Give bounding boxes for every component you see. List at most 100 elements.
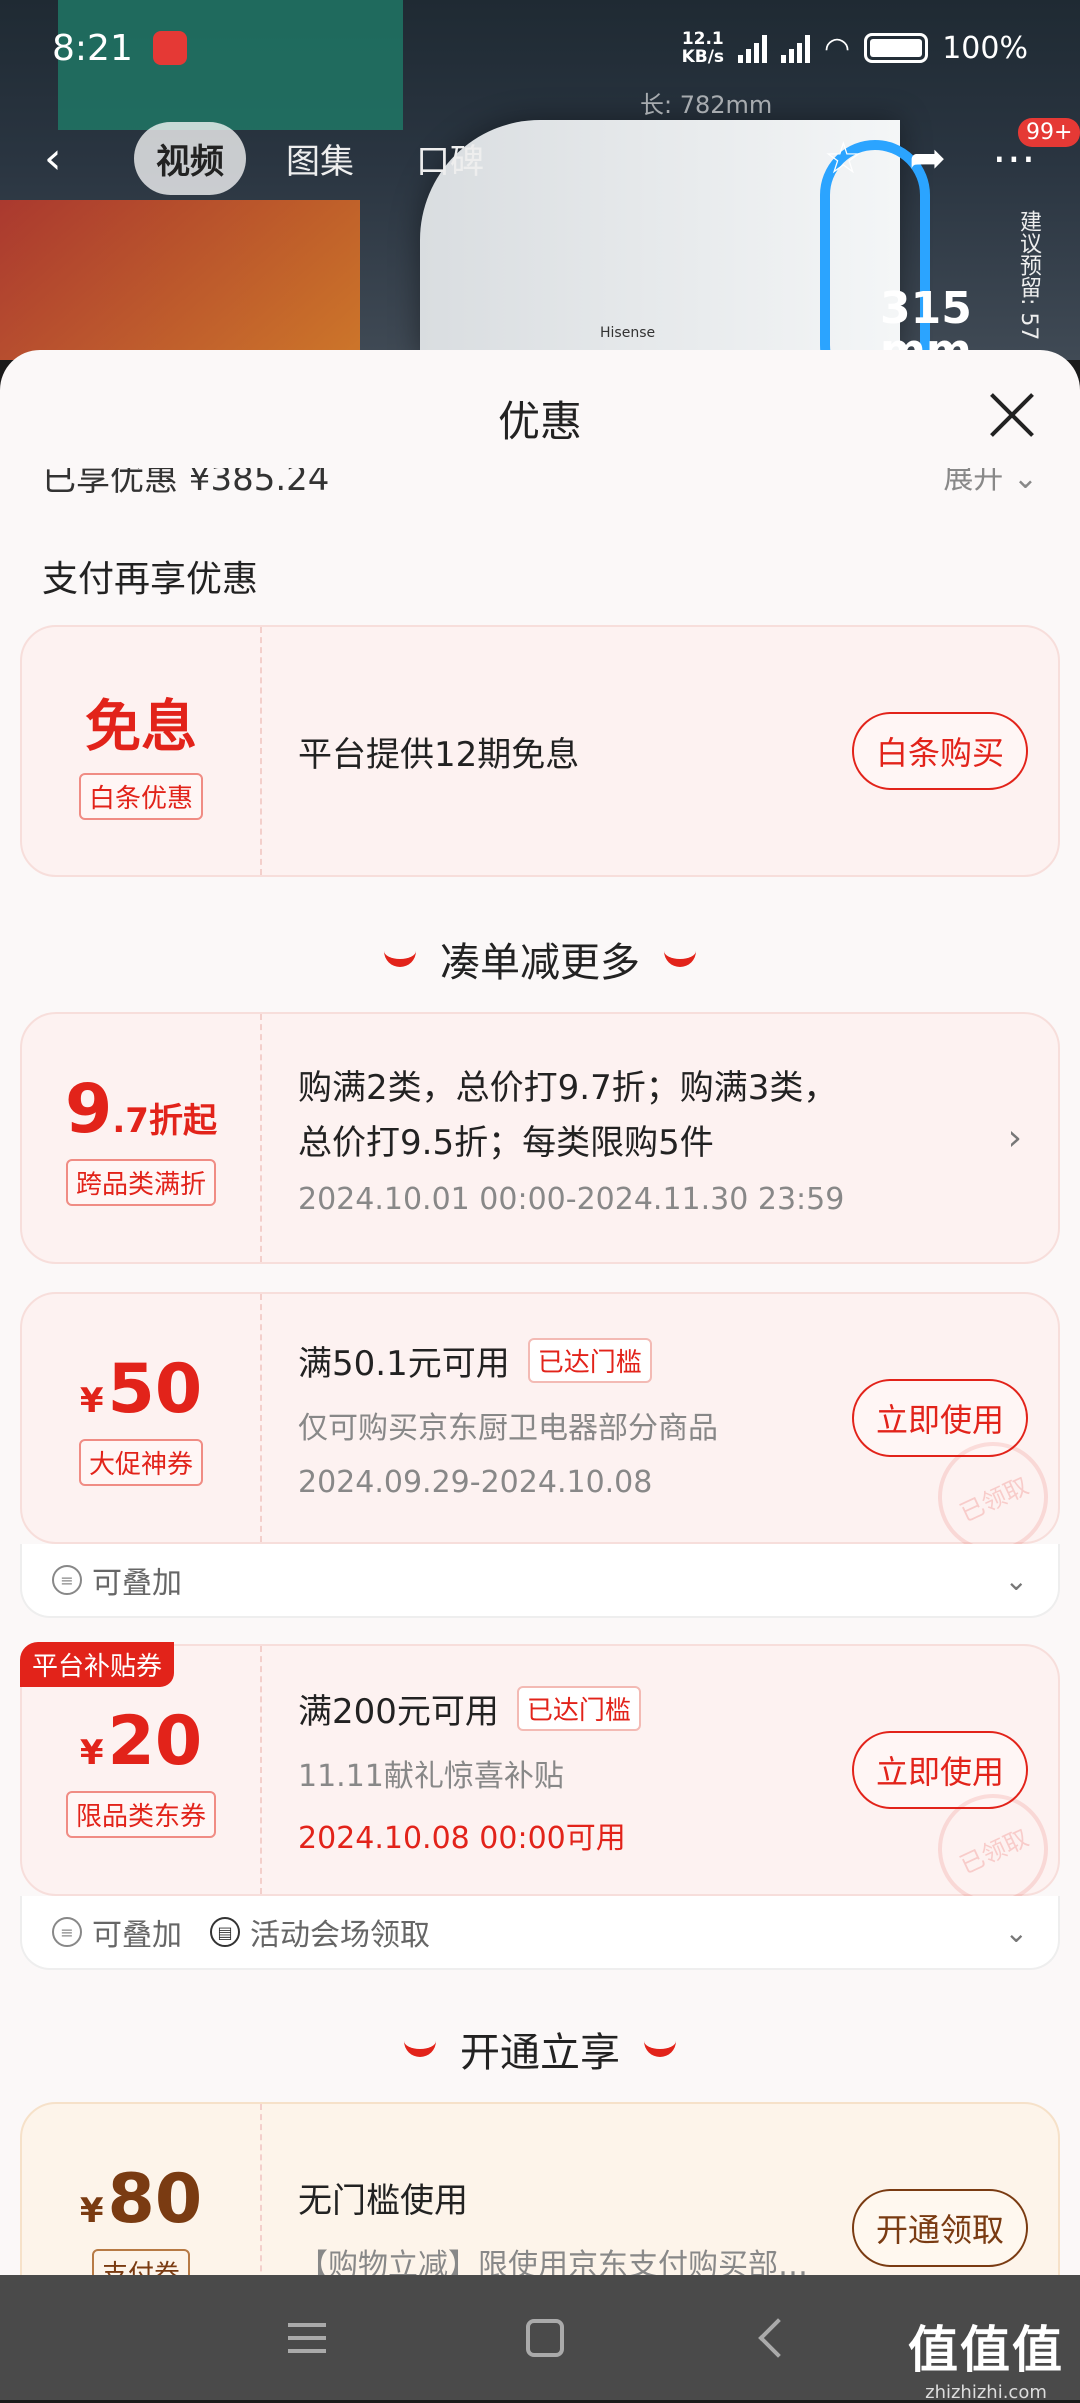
system-back-icon[interactable] <box>758 2317 798 2358</box>
app-notification-icon <box>152 31 187 65</box>
pay-section-title: 支付再享优惠 <box>42 559 259 600</box>
stackable-item: ≡ 可叠加 <box>52 1558 182 1602</box>
discount-card[interactable]: 9.7折起 跨品类满折 购满2类，总价打9.7折；购满3类， 总价打9.5折；每… <box>20 1012 1060 1264</box>
chevron-down-icon[interactable]: ⌄ <box>1005 1564 1028 1597</box>
signal-icon <box>738 33 768 63</box>
yen-sign: ¥ <box>79 1381 104 1421</box>
star-icon[interactable]: ☆ <box>824 133 863 184</box>
baitiao-left: 免息 白条优惠 <box>22 627 262 875</box>
net-speed: 12.1 KB/s <box>682 30 724 66</box>
coupon80-cond: 无门槛使用 <box>298 2180 468 2221</box>
coupon20-cond: 满200元可用 <box>298 1691 499 1732</box>
watermark: 值值值 zhizhizhi.com <box>908 2310 1064 2403</box>
yen-sign: ¥ <box>79 1733 104 1773</box>
coupon20-card: ¥20 限品类东券 满200元可用 已达门槛 11.11献礼惊喜补贴 2024.1… <box>20 1644 1067 1923</box>
tab-video[interactable]: 视频 <box>134 121 246 195</box>
net-speed-value: 12.1 <box>681 29 724 49</box>
home-icon[interactable] <box>526 2318 564 2357</box>
coupon50-cond-row: 满50.1元可用 已达门槛 <box>298 1336 1018 1385</box>
back-arrow-icon[interactable]: ‹ <box>44 133 104 184</box>
discount-left: 9.7折起 跨品类满折 <box>22 1014 262 1262</box>
baitiao-tag: 白条优惠 <box>78 773 203 820</box>
coupon80-amount: ¥80 <box>80 2160 202 2239</box>
discount-line1: 购满2类，总价打9.7折；购满3类， <box>298 1067 838 1108</box>
section-open-title: 开通立享 <box>0 2020 1080 2078</box>
venue-icon: ▤ <box>210 1917 240 1947</box>
share-icon[interactable]: ➦ <box>909 133 946 184</box>
promo-banner <box>0 200 360 360</box>
side-note: 建议预留: 57 <box>1016 210 1041 341</box>
signal-icon-2 <box>781 33 811 63</box>
coupon50-card: ¥50 大促神券 满50.1元可用 已达门槛 仅可购买京东厨卫电器部分商品 202… <box>20 1292 1067 1571</box>
coupon50-left: ¥50 大促神券 <box>22 1294 262 1542</box>
smile-icon <box>664 951 696 967</box>
menu-icon[interactable] <box>288 2322 326 2353</box>
discount-sheet: 优惠 已享优惠 ¥385.24 展开 ⌄ 支付再享优惠 免息 白条优惠 平台提供… <box>0 350 1080 2275</box>
battery-icon <box>864 33 929 63</box>
coupon50-cond: 满50.1元可用 <box>298 1344 510 1384</box>
coupon50-date: 2024.09.29-2024.10.08 <box>298 1465 653 1500</box>
message-badge: 99+ <box>1018 118 1080 147</box>
venue-item: ▤ 活动会场领取 <box>210 1910 430 1954</box>
brand-label: Hisense <box>600 325 656 341</box>
status-bar: 8:21 12.1 KB/s ◠ 100% <box>0 0 1080 96</box>
discount-content: 购满2类，总价打9.7折；购满3类， 总价打9.5折；每类限购5件 2024.1… <box>298 1014 1018 1262</box>
platform-subsidy-tag: 平台补贴券 <box>20 1642 175 1687</box>
discount-date: 2024.10.01 00:00-2024.11.30 23:59 <box>298 1181 845 1217</box>
smile-icon <box>404 2041 436 2057</box>
media-tabs: 视频 图集 口碑 <box>134 121 506 195</box>
coupon80-tag: 支付券 <box>91 2249 190 2275</box>
coupon50-amount: ¥50 <box>80 1350 202 1429</box>
chevron-down-icon[interactable]: ⌄ <box>1005 1916 1028 1949</box>
stackable-item: ≡ 可叠加 <box>52 1910 182 1954</box>
smile-icon <box>644 2041 676 2057</box>
sheet-title: 优惠 <box>497 397 582 446</box>
stack-icon: ≡ <box>52 1917 82 1947</box>
baitiao-big-text: 免息 <box>85 695 197 760</box>
expand-toggle[interactable]: 展开 ⌄ <box>943 468 1038 502</box>
discount-tag: 跨品类满折 <box>65 1159 216 1206</box>
status-right: 12.1 KB/s ◠ 100% <box>682 30 1028 66</box>
section-open-label: 开通立享 <box>460 2030 620 2076</box>
venue-label: 活动会场领取 <box>250 1918 430 1953</box>
chevron-down-icon: ⌄ <box>1012 468 1038 496</box>
expand-label: 展开 <box>943 468 1004 496</box>
coupon20-tag: 限品类东券 <box>65 1791 216 1838</box>
baitiao-buy-button[interactable]: 白条购买 <box>851 712 1028 790</box>
coupon20-date: 2024.10.08 00:00可用 <box>298 1820 626 1856</box>
coupon20-cond-row: 满200元可用 已达门槛 <box>298 1684 1018 1733</box>
coupon50-footer[interactable]: ≡ 可叠加 ⌄ <box>20 1544 1060 1618</box>
stackable-label: 可叠加 <box>92 1566 182 1601</box>
baitiao-card: 免息 白条优惠 平台提供12期免息 白条购买 <box>20 625 1060 877</box>
enjoyed-discount: 已享优惠 ¥385.24 <box>42 468 330 499</box>
discount-line2: 总价打9.5折；每类限购5件 <box>298 1122 714 1163</box>
baitiao-big: 免息 <box>85 682 197 763</box>
coupon50-reached-badge: 已达门槛 <box>527 1338 652 1383</box>
discount-big: 9.7折起 <box>65 1070 217 1149</box>
wifi-icon: ◠ <box>824 30 851 66</box>
discount-num: 9 <box>65 1070 113 1149</box>
top-nav: ‹ 视频 图集 口碑 ☆ ➦ ⋯ <box>0 110 1080 206</box>
coupon50-value: 50 <box>107 1350 203 1429</box>
watermark-title: 值值值 <box>908 2321 1064 2379</box>
status-time: 8:21 <box>52 27 133 69</box>
net-speed-unit: KB/s <box>681 47 725 67</box>
stackable-label: 可叠加 <box>92 1918 182 1953</box>
tab-gallery[interactable]: 图集 <box>264 122 376 195</box>
chevron-right-icon[interactable]: › <box>1008 1118 1022 1159</box>
coupon20-amount: ¥20 <box>80 1702 202 1781</box>
coupon80-desc: 【购物立减】限使用京东支付购买部… <box>298 2247 808 2276</box>
close-icon[interactable] <box>988 390 1036 438</box>
coupon20-value: 20 <box>107 1702 203 1781</box>
coupon80-left: ¥80 支付券 <box>22 2104 262 2275</box>
coupon20-reached-badge: 已达门槛 <box>516 1685 641 1731</box>
smile-icon <box>384 951 416 967</box>
coupon80-open-button[interactable]: 开通领取 <box>851 2189 1028 2267</box>
coupon20-footer[interactable]: ≡ 可叠加 ▤ 活动会场领取 ⌄ <box>20 1896 1060 1970</box>
section-more-title: 凑单减更多 <box>0 930 1080 988</box>
coupon50-tag: 大促神券 <box>78 1439 203 1486</box>
tab-reviews[interactable]: 口碑 <box>394 122 506 195</box>
section-more-label: 凑单减更多 <box>440 940 640 986</box>
discount-small: .7折起 <box>112 1101 217 1141</box>
coupon80-value: 80 <box>107 2160 203 2239</box>
